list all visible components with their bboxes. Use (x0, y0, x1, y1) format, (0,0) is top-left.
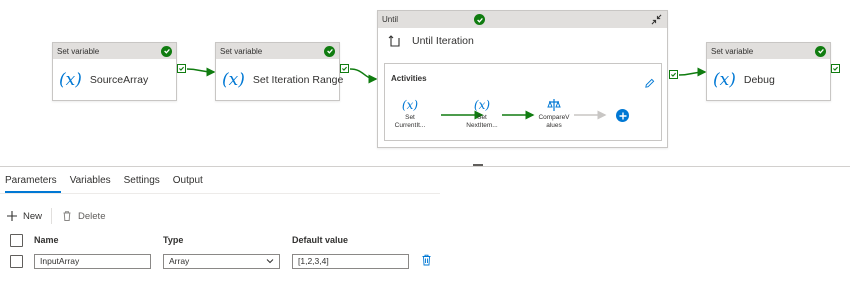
activity-source-array[interactable]: Set variable (x) SourceArray (52, 42, 177, 101)
plus-icon (7, 211, 17, 221)
fx-icon: (x) (59, 70, 82, 90)
collapse-icon[interactable] (651, 14, 662, 25)
connector-3 (678, 67, 707, 77)
trash-icon[interactable] (421, 254, 432, 266)
chevron-down-icon (266, 259, 274, 264)
success-check-icon (474, 14, 485, 25)
inner-activity-name-line1: CompareV (538, 114, 570, 121)
inner-activity-name-line1: Set (405, 114, 415, 121)
activity-header: Set variable (53, 43, 176, 59)
connector-2 (349, 68, 378, 84)
inner-activity-set-current[interactable]: (x) Set CurrentIt... (391, 98, 429, 130)
parameters-grid: Name Type Default value InputArray Array… (10, 231, 440, 273)
fx-icon: (x) (713, 70, 736, 90)
connector-1 (186, 67, 216, 77)
activity-header: Until (378, 11, 667, 28)
tab-parameters[interactable]: Parameters (0, 171, 65, 193)
grid-header-row: Name Type Default value (10, 231, 440, 249)
until-activity[interactable]: Until Until Iteration Activities (x) Set… (377, 10, 668, 148)
inner-activity-name-line2: NextItem... (466, 122, 498, 129)
activity-debug[interactable]: Set variable (x) Debug (706, 42, 831, 101)
success-check-icon (324, 45, 335, 57)
inner-activity-name-line1: Set (477, 114, 487, 121)
trash-icon (63, 211, 71, 221)
fx-icon: (x) (401, 98, 419, 112)
properties-tabs: Parameters Variables Settings Output (0, 171, 211, 193)
table-row: InputArray Array [1,2,3,4] (10, 249, 440, 273)
fx-icon: (x) (222, 70, 245, 90)
delete-button[interactable]: Delete (61, 210, 105, 222)
fx-icon: (x) (473, 98, 491, 112)
add-activity-button[interactable] (616, 109, 629, 122)
activity-name: SourceArray (89, 74, 149, 86)
inner-activities-panel[interactable]: Activities (x) Set CurrentIt... (x) Set Ne… (384, 63, 662, 141)
success-check-icon (161, 45, 172, 57)
inner-activity-name-line2: CurrentIt... (394, 122, 426, 129)
select-all-checkbox[interactable] (10, 233, 23, 247)
parameter-default-input[interactable]: [1,2,3,4] (292, 253, 409, 269)
delete-label: Delete (78, 210, 106, 222)
row-checkbox[interactable] (10, 254, 23, 268)
activity-set-iteration-range[interactable]: Set variable (x) Set Iteration Range (215, 42, 344, 101)
toolbar-divider (51, 208, 53, 224)
tab-settings[interactable]: Settings (119, 171, 168, 193)
activity-type-label: Until (382, 15, 399, 24)
loop-icon (388, 35, 400, 47)
success-output-port[interactable] (177, 64, 186, 73)
plus-icon (619, 112, 626, 119)
until-title: Until Iteration (388, 35, 474, 47)
tab-output[interactable]: Output (168, 171, 211, 193)
activity-header: Set variable (707, 43, 830, 59)
pipeline-canvas[interactable]: Set variable (x) SourceArray Set variabl… (0, 0, 850, 166)
until-name: Until Iteration (412, 35, 474, 47)
activity-type-label: Set variable (57, 46, 100, 56)
splitter-handle[interactable] (473, 164, 483, 166)
success-output-port[interactable] (340, 64, 349, 73)
parameter-name-input[interactable]: InputArray (34, 253, 151, 269)
success-output-port[interactable] (831, 64, 840, 73)
new-label: New (23, 210, 43, 222)
column-header-type: Type (163, 235, 184, 245)
activity-type-label: Set variable (711, 46, 754, 56)
activity-header: Set variable (216, 43, 339, 59)
tab-variables[interactable]: Variables (65, 171, 119, 193)
tabs-divider (0, 193, 440, 194)
success-output-port[interactable] (669, 70, 678, 79)
compare-icon (547, 99, 561, 111)
new-button[interactable]: New (6, 210, 42, 222)
parameters-toolbar: New Delete (6, 208, 105, 224)
parameter-type-select[interactable]: Array (163, 253, 280, 269)
activity-name: Debug (743, 74, 775, 86)
column-header-default: Default value (292, 235, 349, 245)
inner-activity-compare-values[interactable]: CompareV alues (535, 98, 573, 130)
activity-type-label: Set variable (220, 46, 263, 56)
activity-name: Set Iteration Range (252, 74, 344, 86)
inner-activity-set-next[interactable]: (x) Set NextItem... (463, 98, 501, 130)
parameter-type-value: Array (169, 256, 190, 266)
column-header-name: Name (34, 235, 59, 245)
success-check-icon (815, 45, 826, 57)
panel-splitter[interactable] (0, 166, 850, 167)
inner-activity-name-line2: alues (546, 122, 562, 129)
